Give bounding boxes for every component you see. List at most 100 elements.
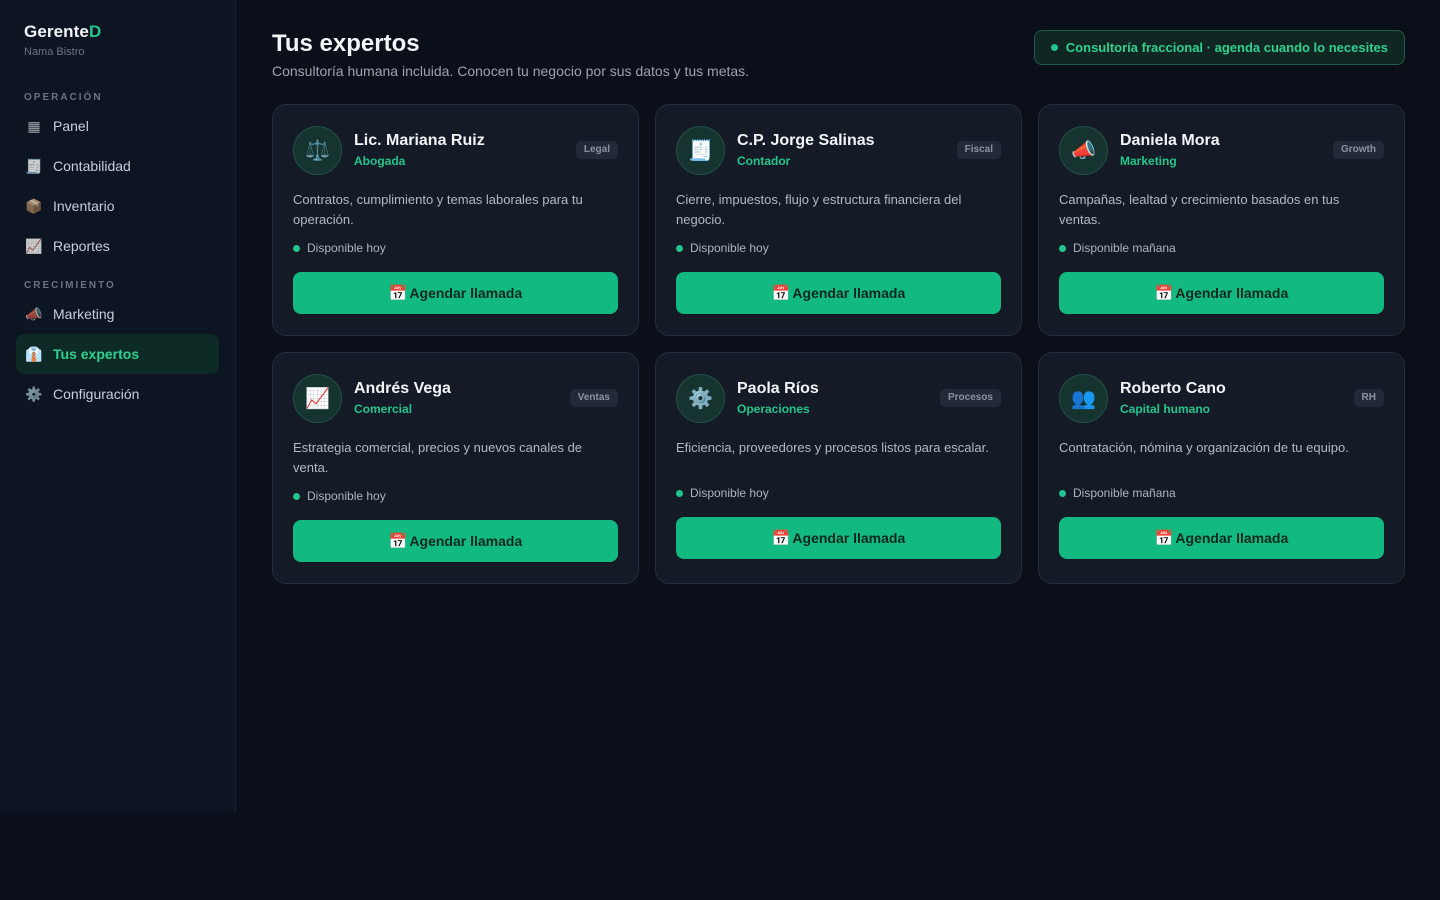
availability-status: Disponible hoy	[293, 488, 618, 504]
expert-description: Eficiencia, proveedores y procesos listo…	[676, 440, 989, 455]
expert-card-growth: 📣 Daniela Mora Marketing Growth Campañas…	[1038, 104, 1405, 336]
megaphone-icon: 📣	[25, 305, 43, 322]
sidebar: GerenteD Nama Bistro Operación ▦ Panel 🧾 C…	[0, 0, 236, 813]
gear-icon: ⚙️	[25, 385, 43, 402]
status-dot	[1050, 44, 1058, 51]
sidebar-item-label: Contabilidad	[53, 158, 131, 174]
brand-name[interactable]: GerenteD	[24, 22, 219, 42]
sidebar-item-reportes[interactable]: 📈 Reportes	[16, 226, 219, 266]
expert-role: Abogada	[354, 154, 406, 168]
expert-card-rh: 👥 Roberto Cano Capital humano RH Contrat…	[1038, 352, 1405, 584]
expert-description: Contratos, cumplimiento y temas laborale…	[293, 192, 583, 227]
receipt-icon: 🧾	[676, 125, 725, 175]
main-content: Tus expertos Consultoría humana incluida…	[236, 0, 1440, 813]
expert-tag: Legal	[575, 141, 618, 159]
expert-card-header: 📣 Daniela Mora Marketing Growth	[1059, 125, 1384, 175]
consulting-badge-label: Consultoría fraccional · agenda cuando l…	[1065, 40, 1388, 55]
sidebar-item-contabilidad[interactable]: 🧾 Contabilidad	[16, 146, 219, 186]
availability-label: Disponible mañana	[1073, 241, 1176, 255]
availability-label: Disponible hoy	[690, 486, 769, 500]
schedule-call-button[interactable]: 📅 Agendar llamada	[676, 517, 1001, 559]
schedule-call-button[interactable]: 📅 Agendar llamada	[293, 272, 618, 314]
calendar-icon: 📅	[771, 530, 791, 547]
expert-role: Comercial	[354, 402, 413, 416]
app-shell: GerenteD Nama Bistro Operación ▦ Panel 🧾 C…	[0, 0, 1440, 813]
expert-role: Contador	[737, 154, 791, 168]
expert-name: Paola Ríos	[737, 380, 819, 397]
expert-identity: Daniela Mora Marketing	[1120, 131, 1333, 169]
availability-label: Disponible hoy	[690, 241, 769, 255]
experts-grid: ⚖️ Lic. Mariana Ruiz Abogada Legal Contr…	[272, 104, 1405, 584]
sidebar-item-label: Tus expertos	[53, 346, 140, 362]
sidebar-item-label: Marketing	[53, 306, 115, 322]
package-icon: 📦	[25, 197, 43, 214]
expert-tag: RH	[1353, 389, 1384, 407]
sidebar-item-label: Reportes	[53, 238, 110, 254]
availability-status: Disponible mañana	[1059, 485, 1384, 501]
calendar-icon: 📅	[1154, 530, 1174, 547]
availability-label: Disponible hoy	[307, 241, 386, 255]
expert-card-header: ⚖️ Lic. Mariana Ruiz Abogada Legal	[293, 125, 618, 175]
sidebar-item-tus-expertos[interactable]: 👔 Tus expertos	[16, 334, 219, 374]
schedule-call-label: Agendar llamada	[409, 285, 523, 301]
sidebar-item-label: Panel	[53, 118, 89, 134]
expert-tag: Ventas	[569, 389, 618, 407]
expert-identity: Andrés Vega Comercial	[354, 379, 570, 417]
expert-card-legal: ⚖️ Lic. Mariana Ruiz Abogada Legal Contr…	[272, 104, 639, 336]
schedule-call-button[interactable]: 📅 Agendar llamada	[676, 272, 1001, 314]
expert-card-fiscal: 🧾 C.P. Jorge Salinas Contador Fiscal Cie…	[655, 104, 1022, 336]
expert-tag: Growth	[1333, 141, 1384, 159]
sidebar-section-label: Operación	[24, 92, 103, 103]
expert-card-header: 🧾 C.P. Jorge Salinas Contador Fiscal	[676, 125, 1001, 175]
calendar-icon: 📅	[771, 285, 791, 302]
expert-identity: Lic. Mariana Ruiz Abogada	[354, 131, 576, 169]
status-dot	[676, 489, 683, 497]
expert-role: Operaciones	[737, 402, 810, 416]
gear-icon: ⚙️	[676, 373, 725, 423]
expert-identity: Paola Ríos Operaciones	[737, 379, 940, 417]
sidebar-item-label: Configuración	[53, 386, 140, 402]
chart-up-icon: 📈	[293, 373, 342, 423]
availability-status: Disponible mañana	[1059, 240, 1384, 256]
scales-icon: ⚖️	[293, 125, 342, 175]
consulting-badge: Consultoría fraccional · agenda cuando l…	[1033, 30, 1405, 65]
expert-name: Lic. Mariana Ruiz	[354, 132, 485, 149]
sidebar-item-inventario[interactable]: 📦 Inventario	[16, 186, 219, 226]
sidebar-item-configuracion[interactable]: ⚙️ Configuración	[16, 374, 219, 414]
status-dot	[293, 492, 300, 500]
expert-card-header: 📈 Andrés Vega Comercial Ventas	[293, 373, 618, 423]
availability-label: Disponible hoy	[307, 489, 386, 503]
expert-description: Cierre, impuestos, flujo y estructura fi…	[676, 192, 962, 227]
sidebar-item-marketing[interactable]: 📣 Marketing	[16, 294, 219, 334]
expert-card-ventas: 📈 Andrés Vega Comercial Ventas Estrategi…	[272, 352, 639, 584]
business-name: Nama Bistro	[24, 46, 85, 58]
chart-icon: 📈	[25, 237, 43, 254]
expert-name: Andrés Vega	[354, 380, 451, 397]
availability-status: Disponible hoy	[676, 240, 1001, 256]
expert-card-header: ⚙️ Paola Ríos Operaciones Procesos	[676, 373, 1001, 423]
expert-identity: C.P. Jorge Salinas Contador	[737, 131, 957, 169]
expert-icon: 👔	[25, 345, 43, 362]
calendar-icon: 📅	[388, 533, 408, 550]
schedule-call-label: Agendar llamada	[792, 285, 906, 301]
expert-name: Roberto Cano	[1120, 380, 1226, 397]
expert-description: Contratación, nómina y organización de t…	[1059, 440, 1349, 455]
expert-tag: Fiscal	[956, 141, 1001, 159]
schedule-call-label: Agendar llamada	[1175, 285, 1289, 301]
ledger-icon: 🧾	[25, 157, 43, 174]
calendar-icon: 📅	[1154, 285, 1174, 302]
schedule-call-button[interactable]: 📅 Agendar llamada	[1059, 272, 1384, 314]
schedule-call-button[interactable]: 📅 Agendar llamada	[1059, 517, 1384, 559]
sidebar-section-label: Crecimiento	[24, 280, 116, 291]
availability-label: Disponible mañana	[1073, 486, 1176, 500]
sidebar-nav-operacion: ▦ Panel 🧾 Contabilidad 📦 Inventario 📈 Report…	[16, 106, 219, 266]
expert-name: Daniela Mora	[1120, 132, 1220, 149]
schedule-call-button[interactable]: 📅 Agendar llamada	[293, 520, 618, 562]
availability-status: Disponible hoy	[293, 240, 618, 256]
sidebar-item-panel[interactable]: ▦ Panel	[16, 106, 219, 146]
schedule-call-label: Agendar llamada	[792, 530, 906, 546]
expert-description: Estrategia comercial, precios y nuevos c…	[293, 440, 583, 475]
expert-description: Campañas, lealtad y crecimiento basados …	[1059, 192, 1340, 227]
schedule-call-label: Agendar llamada	[1175, 530, 1289, 546]
grid-icon: ▦	[27, 117, 41, 134]
